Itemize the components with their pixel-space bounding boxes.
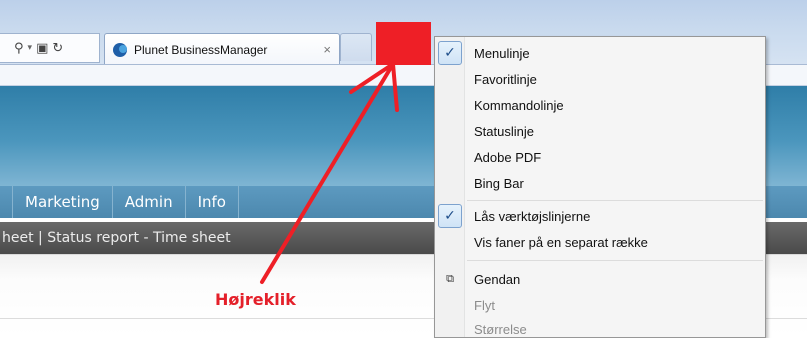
- menu-separator: [467, 200, 763, 201]
- refresh-icon[interactable]: ↻: [52, 41, 63, 56]
- menu-item-label: Statuslinje: [474, 123, 534, 139]
- menu-item-flyt: Flyt: [437, 292, 763, 318]
- menu-item-bing-bar[interactable]: Bing Bar: [437, 170, 763, 196]
- tab-title: Plunet BusinessManager: [134, 42, 268, 57]
- menu-item-label: Kommandolinje: [474, 97, 564, 113]
- menu-item-gendan[interactable]: ⧉ Gendan: [437, 266, 763, 292]
- menu-item-favoritlinje[interactable]: Favoritlinje: [437, 66, 763, 92]
- menu-item-kommandolinje[interactable]: Kommandolinje: [437, 92, 763, 118]
- menu-item-label: Bing Bar: [474, 175, 524, 191]
- menu-item-label: Menulinje: [474, 45, 530, 61]
- address-bar-tools: ⚲ ▾ ▣ ↻: [0, 33, 100, 63]
- new-tab-button[interactable]: [340, 33, 372, 61]
- menu-item-label: Størrelse: [474, 321, 527, 337]
- right-click-marker: [376, 22, 431, 65]
- menu-item-lock-toolbars[interactable]: ✓ Lås værktøjslinjerne: [437, 203, 763, 229]
- restore-window-icon: ⧉: [446, 272, 454, 285]
- search-icon[interactable]: ⚲: [14, 41, 24, 56]
- context-menu: ✓ Menulinje Favoritlinje Kommandolinje S…: [434, 36, 766, 338]
- nav-item-admin[interactable]: Admin: [113, 186, 186, 218]
- check-icon: ✓: [438, 204, 462, 228]
- annotation-label: Højreklik: [215, 290, 296, 309]
- plunet-logo-icon: [113, 42, 127, 57]
- menu-separator: [467, 260, 763, 261]
- nav-item-marketing[interactable]: Marketing: [12, 186, 113, 218]
- compatibility-view-icon[interactable]: ▣: [36, 41, 48, 56]
- close-tab-icon[interactable]: ×: [323, 42, 331, 57]
- menu-item-statuslinje[interactable]: Statuslinje: [437, 118, 763, 144]
- menu-item-label: Favoritlinje: [474, 71, 537, 87]
- menu-item-menulinje[interactable]: ✓ Menulinje: [437, 40, 763, 66]
- nav-item-info[interactable]: Info: [186, 186, 239, 218]
- menu-item-label: Lås værktøjslinjerne: [474, 208, 591, 224]
- menu-item-adobe-pdf[interactable]: Adobe PDF: [437, 144, 763, 170]
- browser-tab[interactable]: Plunet BusinessManager ×: [104, 33, 340, 65]
- menu-item-label: Vis faner på en separat række: [474, 234, 648, 250]
- search-dropdown-icon[interactable]: ▾: [28, 43, 33, 53]
- sub-nav-links[interactable]: heet | Status report - Time sheet: [2, 230, 231, 246]
- menu-item-label: Gendan: [474, 271, 521, 287]
- check-icon: ✓: [438, 41, 462, 65]
- menu-item-label: Flyt: [474, 297, 495, 313]
- menu-item-label: Adobe PDF: [474, 149, 542, 165]
- menu-item-tabs-separate-row[interactable]: Vis faner på en separat række: [437, 229, 763, 255]
- menu-item-stoerrelse: Størrelse: [437, 316, 763, 338]
